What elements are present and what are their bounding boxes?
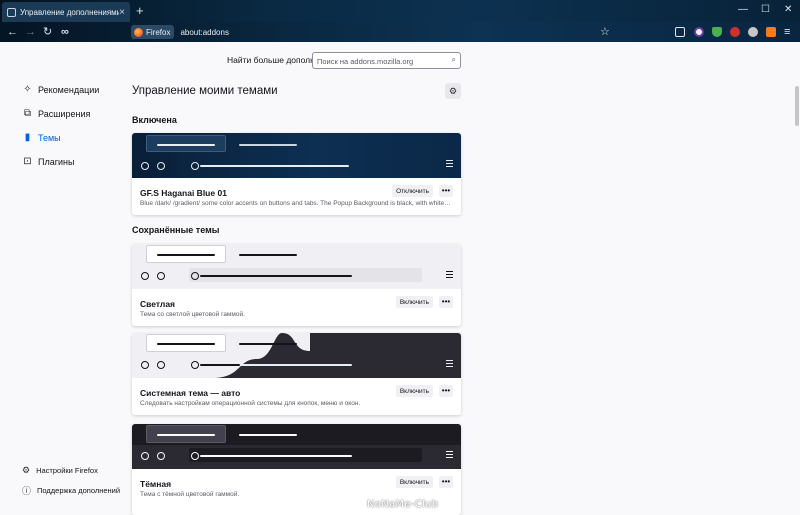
page-title: Управление моими темами bbox=[132, 85, 278, 97]
close-window-button[interactable]: ✕ bbox=[784, 3, 792, 17]
search-icon: ⌕ bbox=[451, 55, 456, 64]
tab-addons-manager[interactable]: Управление дополнениями × bbox=[2, 2, 130, 22]
new-tab-button[interactable]: + bbox=[136, 3, 144, 19]
url-bar[interactable]: Firefox about:addons bbox=[131, 23, 583, 41]
enable-button[interactable]: Включить bbox=[395, 385, 433, 397]
private-mask-icon: ∞ bbox=[61, 26, 69, 38]
theme-description: Следовать настройкам операционной систем… bbox=[140, 400, 361, 407]
sidebar-item-themes[interactable]: ▮ Темы bbox=[22, 132, 61, 143]
footer-link-label: Поддержка дополнений bbox=[37, 486, 121, 495]
theme-description: Тема со светлой цветовой гаммой. bbox=[140, 311, 245, 318]
saved-themes-heading: Сохранённые темы bbox=[132, 225, 220, 235]
enable-button[interactable]: Включить bbox=[395, 296, 433, 308]
puzzle-icon bbox=[7, 7, 16, 17]
sparkle-icon: ✧ bbox=[23, 84, 32, 95]
sidebar-item-label: Плагины bbox=[38, 156, 75, 167]
addons-page: ✧ Рекомендации ⧉ Расширения ▮ Темы ⊡ Пла… bbox=[0, 42, 800, 515]
paintbrush-icon: ▮ bbox=[24, 132, 31, 143]
sidebar-item-label: Темы bbox=[38, 132, 61, 143]
theme-preview bbox=[132, 244, 461, 289]
sidebar-item-plugins[interactable]: ⊡ Плагины bbox=[22, 156, 74, 167]
back-button[interactable]: ← bbox=[7, 25, 18, 39]
account-icon[interactable] bbox=[675, 27, 685, 37]
enable-button[interactable]: Включить bbox=[395, 476, 433, 488]
more-options-button[interactable]: ••• bbox=[439, 185, 453, 197]
minimize-button[interactable]: — bbox=[738, 3, 748, 17]
maximize-button[interactable]: ☐ bbox=[761, 3, 770, 17]
plugin-icon: ⊡ bbox=[23, 156, 32, 167]
page-scrollbar[interactable] bbox=[795, 86, 799, 126]
more-options-button[interactable]: ••• bbox=[439, 385, 453, 397]
puzzle-piece-icon: ⧉ bbox=[23, 108, 32, 119]
identity-box[interactable]: Firefox bbox=[131, 25, 175, 39]
addons-search-box[interactable]: ⌕ bbox=[312, 52, 461, 69]
theme-name: Светлая bbox=[140, 299, 176, 309]
footer-link-label: Настройки Firefox bbox=[36, 466, 98, 475]
tools-gear-button[interactable]: ⚙ bbox=[445, 83, 461, 99]
watermark: NoNaMe-Club bbox=[367, 499, 439, 510]
theme-preview bbox=[132, 424, 461, 469]
search-input[interactable] bbox=[317, 55, 443, 67]
theme-card-light[interactable]: Светлая Тема со светлой цветовой гаммой.… bbox=[132, 244, 461, 326]
gear-icon: ⚙ bbox=[22, 465, 31, 475]
extension-gray-icon[interactable] bbox=[748, 27, 758, 37]
menu-icon[interactable]: ≡ bbox=[784, 25, 790, 39]
firefox-settings-link[interactable]: ⚙ Настройки Firefox bbox=[22, 465, 98, 476]
addons-support-link[interactable]: ⓘ Поддержка дополнений bbox=[22, 484, 120, 497]
sidebar-item-recommendations[interactable]: ✧ Рекомендации bbox=[22, 84, 99, 95]
theme-preview bbox=[132, 133, 461, 178]
forward-button[interactable]: → bbox=[25, 25, 36, 39]
theme-name: Тёмная bbox=[140, 479, 172, 489]
tab-strip: Управление дополнениями × + — ☐ ✕ bbox=[0, 0, 800, 22]
help-icon: ⓘ bbox=[22, 486, 32, 496]
more-options-button[interactable]: ••• bbox=[439, 476, 453, 488]
theme-description: Тема с тёмной цветовой гаммой. bbox=[140, 491, 240, 498]
theme-name: Системная тема — авто bbox=[140, 388, 241, 398]
shield-extension-icon[interactable] bbox=[712, 27, 722, 37]
navigation-toolbar: ← → ↻ ∞ Firefox about:addons ☆ ≡ bbox=[0, 22, 800, 42]
theme-description: Blue /dark/ /gradient/ some color accent… bbox=[140, 200, 452, 207]
ublock-icon[interactable] bbox=[730, 27, 740, 37]
enabled-section-heading: Включена bbox=[132, 115, 177, 125]
bookmark-star-icon[interactable]: ☆ bbox=[600, 25, 610, 39]
reload-button[interactable]: ↻ bbox=[43, 25, 52, 39]
sidebar-item-extensions[interactable]: ⧉ Расширения bbox=[22, 108, 90, 119]
tab-title: Управление дополнениями bbox=[20, 7, 120, 17]
close-tab-icon[interactable]: × bbox=[119, 7, 125, 18]
theme-card-haganai[interactable]: GF.S Haganai Blue 01 Blue /dark/ /gradie… bbox=[132, 133, 461, 215]
extension-orange-icon[interactable] bbox=[766, 27, 776, 37]
sidebar-item-label: Расширения bbox=[38, 108, 91, 119]
identity-label: Firefox bbox=[146, 27, 171, 37]
disable-button[interactable]: Отключить bbox=[392, 185, 433, 197]
gear-icon: ⚙ bbox=[448, 85, 458, 96]
more-options-button[interactable]: ••• bbox=[439, 296, 453, 308]
theme-name: GF.S Haganai Blue 01 bbox=[140, 188, 227, 198]
firefox-logo-icon bbox=[134, 27, 143, 37]
url-text[interactable]: about:addons bbox=[180, 28, 229, 37]
theme-preview bbox=[132, 333, 461, 378]
extension-purple-icon[interactable] bbox=[694, 27, 704, 37]
sidebar-item-label: Рекомендации bbox=[38, 84, 100, 95]
theme-card-system-auto[interactable]: Системная тема — авто Следовать настройк… bbox=[132, 333, 461, 415]
